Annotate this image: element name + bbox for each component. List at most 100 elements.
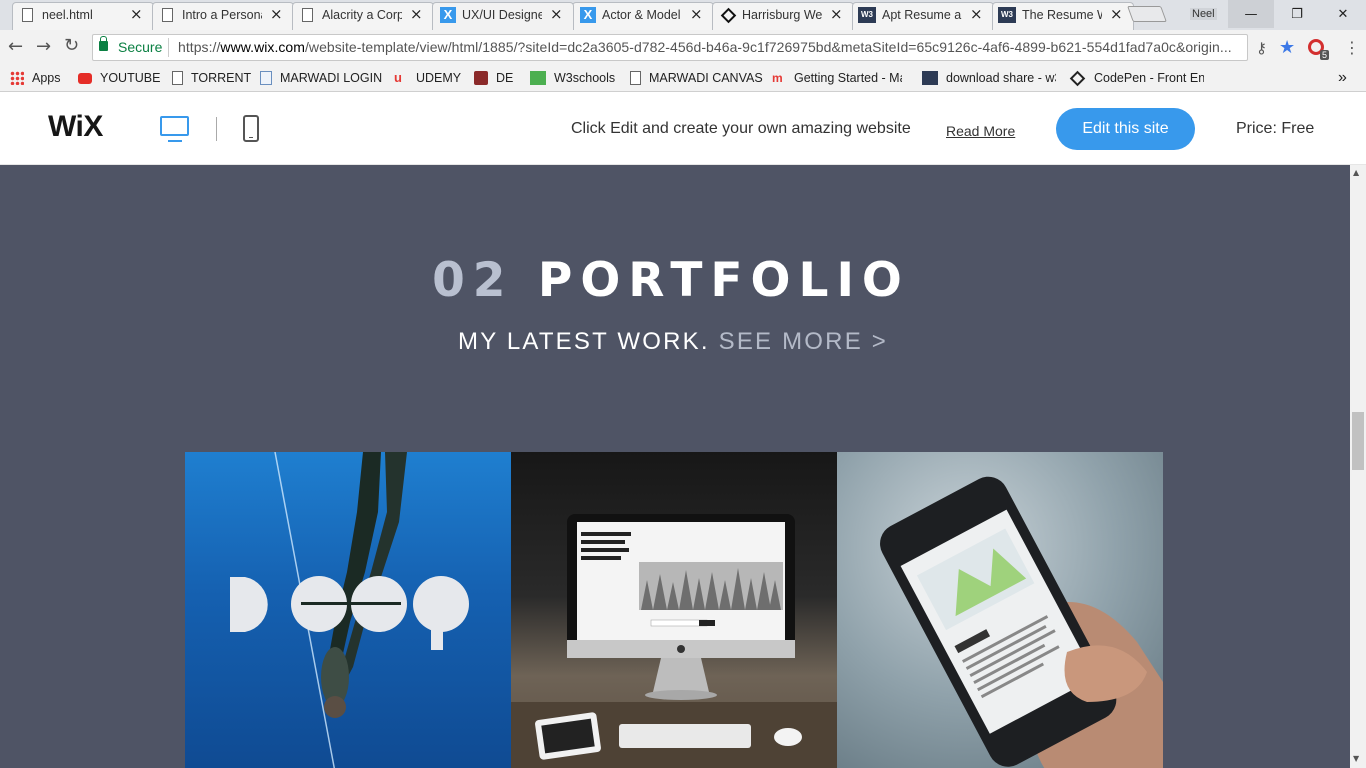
w3-icon: [530, 71, 546, 85]
apps-grid-icon: [10, 71, 24, 85]
close-icon[interactable]: ×: [830, 5, 843, 23]
tab-title: Actor & Model: [602, 8, 681, 22]
tab-title: UX/UI Designe: [462, 8, 542, 22]
bookmarks-overflow[interactable]: »: [1338, 69, 1347, 86]
tab-alacrity[interactable]: Alacrity a Corp ×: [292, 2, 432, 30]
view-divider: [216, 117, 217, 141]
tab-neel-html[interactable]: neel.html ×: [12, 2, 152, 30]
section-title: PORTFOLIO: [537, 253, 910, 308]
tab-harrisburg[interactable]: Harrisburg We ×: [712, 2, 852, 30]
price-label: Price: Free: [1236, 120, 1315, 137]
url-divider: [168, 38, 169, 57]
gallery-item-phone-mockup[interactable]: [837, 452, 1163, 768]
bookmark-label: CodePen - Front End: [1094, 71, 1204, 85]
tab-title: neel.html: [42, 8, 93, 22]
menu-dots-icon[interactable]: ⋮: [1344, 38, 1360, 57]
bookmark-apps[interactable]: Apps: [10, 70, 61, 86]
tab-apt-resume[interactable]: W3 Apt Resume a ×: [852, 2, 992, 30]
scroll-down-arrow-icon[interactable]: ▼: [1353, 754, 1359, 763]
back-arrow-icon[interactable]: ←: [8, 38, 23, 56]
subtitle-text: MY LATEST WORK.: [458, 328, 710, 355]
udemy-icon: u: [394, 70, 402, 85]
page-icon: [22, 8, 33, 22]
gallery-item-deep[interactable]: [185, 452, 511, 768]
page-icon: [162, 8, 173, 22]
page-icon: [630, 71, 641, 85]
url-host: www.wix.com: [220, 39, 305, 55]
bookmark-label: YOUTUBE: [100, 71, 161, 85]
close-icon[interactable]: ×: [1110, 5, 1123, 23]
imac-mockup-image: [511, 514, 837, 768]
extension-badge: 5: [1320, 50, 1330, 60]
close-icon[interactable]: ×: [410, 5, 423, 23]
bookmark-label: Apps: [32, 71, 61, 85]
maximize-button[interactable]: ❐: [1274, 0, 1320, 28]
secure-label: Secure: [118, 39, 163, 55]
section-number: 02: [432, 253, 514, 308]
bookmark-udemy[interactable]: u UDEMY: [394, 70, 461, 86]
scrollbar-thumb[interactable]: [1352, 412, 1364, 470]
reload-icon[interactable]: ↻: [64, 37, 79, 55]
mobile-view-icon[interactable]: [243, 115, 259, 142]
extension-key-icon[interactable]: ⚷: [1256, 39, 1267, 57]
close-icon[interactable]: ×: [550, 5, 563, 23]
bookmark-codepen[interactable]: CodePen - Front End: [1069, 70, 1204, 86]
lock-icon: [99, 36, 108, 51]
bookmark-label: MARWADI LOGIN: [280, 71, 383, 85]
wix-x-icon: X: [440, 7, 456, 23]
phone-mockup-image: [880, 476, 1163, 768]
tab-intro-persona[interactable]: Intro a Persona ×: [152, 2, 292, 30]
window-close-button[interactable]: ✕: [1320, 0, 1366, 28]
bookmark-marwadi-canvas[interactable]: MARWADI CANVAS: [630, 70, 763, 86]
de-icon: [474, 71, 488, 85]
close-icon[interactable]: ×: [690, 5, 703, 23]
see-more-link[interactable]: SEE MORE >: [719, 328, 888, 355]
bookmark-youtube[interactable]: YOUTUBE: [78, 70, 160, 86]
page-icon: [302, 8, 313, 22]
w3-icon: W3: [998, 7, 1016, 23]
deep-diver-image: [230, 452, 469, 768]
tab-actor-model[interactable]: X Actor & Model ×: [572, 2, 712, 30]
close-icon[interactable]: ×: [130, 5, 143, 23]
gallery-item-imac-mockup[interactable]: [511, 452, 837, 768]
codepen-icon: [1069, 70, 1086, 86]
tab-ux-ui-designer[interactable]: X UX/UI Designe ×: [432, 2, 572, 30]
edit-site-button[interactable]: Edit this site: [1056, 108, 1195, 150]
bookmark-label: Getting Started - Ma: [794, 71, 902, 85]
bookmark-de[interactable]: DE: [474, 70, 513, 86]
desktop-view-icon[interactable]: [160, 116, 189, 142]
profile-name[interactable]: Neel: [1190, 8, 1217, 20]
read-more-link[interactable]: Read More: [946, 123, 1015, 139]
youtube-icon: [78, 73, 92, 84]
url-scheme: https://: [178, 39, 221, 55]
url-text[interactable]: https://www.wix.com/website-template/vie…: [178, 39, 1243, 55]
bookmark-w3schools[interactable]: W3schools: [530, 70, 615, 86]
page-icon: [260, 71, 272, 85]
forward-arrow-icon[interactable]: →: [36, 38, 51, 56]
portfolio-gallery: [185, 452, 1163, 768]
bookmark-label: download share - w3: [946, 71, 1056, 85]
tab-strip: neel.html × Intro a Persona × Alacrity a…: [0, 0, 1366, 30]
diamond-icon: [720, 7, 737, 24]
scroll-up-arrow-icon[interactable]: ▲: [1353, 168, 1359, 177]
w3-icon: [922, 71, 938, 85]
tab-the-resume[interactable]: W3 The Resume W ×: [992, 2, 1132, 30]
bookmark-torrent[interactable]: TORRENT: [172, 70, 251, 86]
section-heading: 02 PORTFOLIO: [0, 253, 1342, 308]
minimize-button[interactable]: —: [1228, 0, 1274, 28]
bookmark-marwadi-login[interactable]: MARWADI LOGIN: [260, 70, 382, 86]
new-tab-button[interactable]: [1127, 6, 1167, 22]
tab-title: Intro a Persona: [182, 8, 262, 22]
bookmark-label: W3schools: [554, 71, 616, 85]
bookmark-getting-started[interactable]: m Getting Started - Ma: [772, 70, 902, 86]
page-icon: [172, 71, 183, 85]
bookmark-download-share[interactable]: download share - w3: [922, 70, 1056, 86]
wix-x-icon: X: [580, 7, 596, 23]
close-icon[interactable]: ×: [270, 5, 283, 23]
wix-logo[interactable]: WiX: [48, 110, 103, 144]
close-icon[interactable]: ×: [970, 5, 983, 23]
bookmark-label: MARWADI CANVAS: [649, 71, 763, 85]
url-path: /website-template/view/html/1885/?siteId…: [304, 39, 1232, 55]
bookmark-star-icon[interactable]: ★: [1279, 37, 1295, 58]
bookmark-label: DE: [496, 71, 514, 85]
